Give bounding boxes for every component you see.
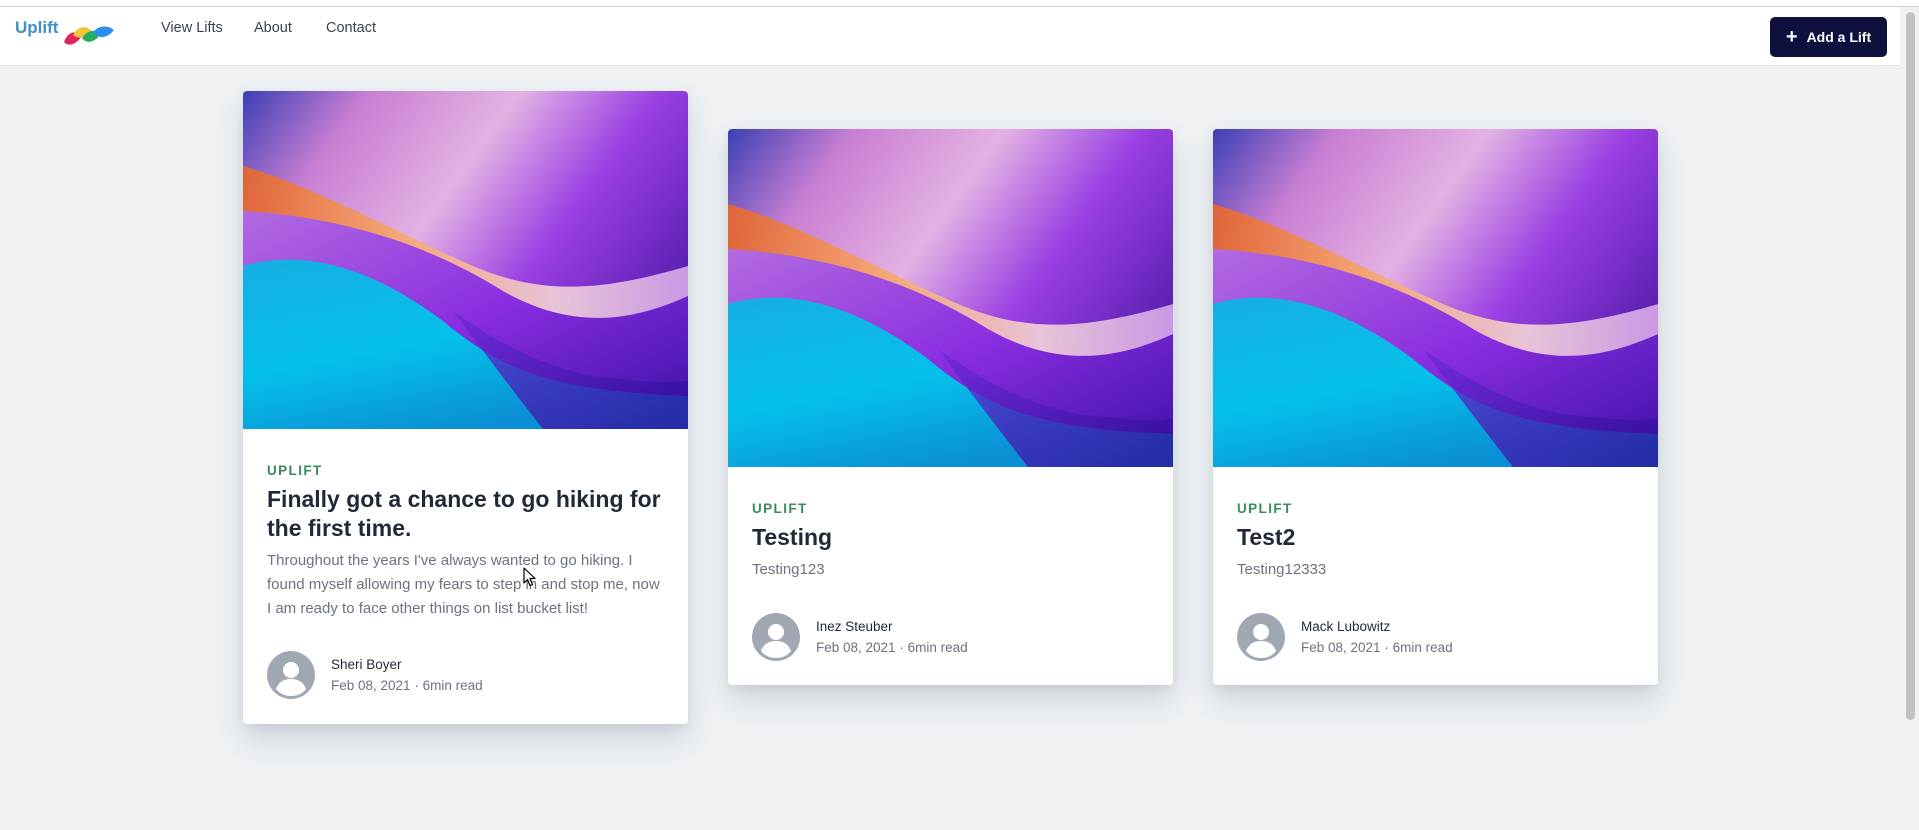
window-top-bar: [0, 0, 1919, 7]
brand-logo-link[interactable]: Uplift: [15, 18, 116, 47]
post-meta: Feb 08, 2021 · 6min read: [816, 640, 968, 655]
post-meta: Feb 08, 2021 · 6min read: [331, 678, 483, 693]
lift-card[interactable]: UPLIFT Finally got a chance to go hiking…: [243, 91, 688, 724]
card-title[interactable]: Testing: [752, 523, 1149, 552]
nav-about[interactable]: About: [254, 20, 292, 36]
card-title[interactable]: Finally got a chance to go hiking for th…: [267, 485, 664, 543]
brand-name: Uplift: [15, 18, 59, 37]
card-author: Mack Lubowitz Feb 08, 2021 · 6min read: [1237, 613, 1453, 661]
card-author: Inez Steuber Feb 08, 2021 · 6min read: [752, 613, 968, 661]
nav-contact[interactable]: Contact: [326, 20, 376, 36]
card-category[interactable]: UPLIFT: [752, 501, 1149, 516]
author-name: Mack Lubowitz: [1301, 619, 1391, 634]
card-title[interactable]: Test2: [1237, 523, 1634, 552]
navbar: Uplift View Lifts About Contact + Add a …: [0, 7, 1900, 66]
author-name: Sheri Boyer: [331, 657, 402, 672]
nav-view-lifts[interactable]: View Lifts: [161, 20, 223, 36]
avatar-icon: [752, 613, 800, 661]
avatar-icon: [1237, 613, 1285, 661]
plus-icon: +: [1785, 26, 1798, 48]
avatar-icon: [267, 651, 315, 699]
card-excerpt: Throughout the years I've always wanted …: [267, 552, 660, 617]
card-excerpt: Testing12333: [1237, 561, 1327, 578]
card-body: UPLIFT Test2 Testing12333: [1237, 501, 1634, 582]
mouse-cursor-icon: [523, 567, 536, 587]
card-category[interactable]: UPLIFT: [267, 463, 664, 478]
lift-card[interactable]: UPLIFT Testing Testing123 Inez Steuber F…: [728, 129, 1173, 685]
scrollbar-thumb[interactable]: [1906, 12, 1915, 720]
post-meta: Feb 08, 2021 · 6min read: [1301, 640, 1453, 655]
card-author: Sheri Boyer Feb 08, 2021 · 6min read: [267, 651, 483, 699]
card-excerpt: Testing123: [752, 561, 825, 578]
card-body: UPLIFT Testing Testing123: [752, 501, 1149, 582]
uplift-logo-icon: [64, 26, 115, 45]
card-category[interactable]: UPLIFT: [1237, 501, 1634, 516]
card-body: UPLIFT Finally got a chance to go hiking…: [267, 463, 664, 621]
card-cover-image: [243, 91, 688, 429]
add-a-lift-button[interactable]: + Add a Lift: [1770, 17, 1887, 57]
lift-card[interactable]: UPLIFT Test2 Testing12333 Mack Lubowitz …: [1213, 129, 1658, 685]
page-scrollbar[interactable]: [1902, 8, 1919, 830]
add-a-lift-label: Add a Lift: [1806, 29, 1872, 45]
card-cover-image: [728, 129, 1173, 467]
card-cover-image: [1213, 129, 1658, 467]
author-name: Inez Steuber: [816, 619, 893, 634]
